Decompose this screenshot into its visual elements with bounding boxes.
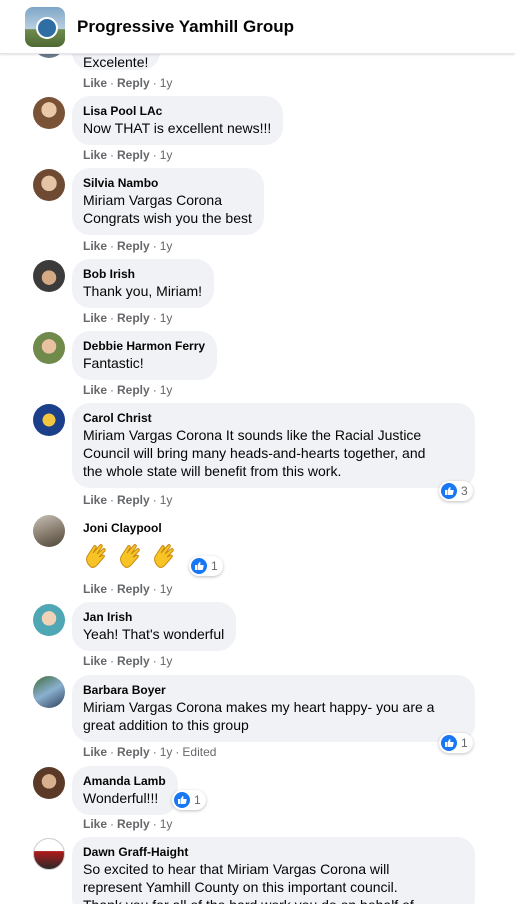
comment-text: Miriam Vargas Corona It sounds like the … (83, 427, 426, 479)
clapping-hands-icon (86, 544, 106, 568)
comment-actions: Like · Reply · 1y (83, 493, 173, 507)
commenter-avatar[interactable] (33, 169, 65, 201)
comment-author[interactable]: Dawn Graff-Haight (83, 844, 463, 860)
like-button[interactable]: Like (83, 654, 107, 668)
thumbs-up-icon (441, 735, 457, 751)
reply-button[interactable]: Reply (117, 311, 150, 325)
reply-button[interactable]: Reply (117, 239, 150, 253)
comment-feed: Excelente! Like · Reply · 1y Lisa Pool LAc N… (0, 0, 515, 904)
commenter-avatar[interactable] (33, 260, 65, 292)
comment-time[interactable]: 1y (160, 76, 173, 90)
reply-button[interactable]: Reply (117, 817, 150, 831)
comment-author[interactable]: Bob Irish (83, 266, 202, 282)
comment-bubble: Lisa Pool LAc Now THAT is excellent news… (72, 96, 284, 145)
comment-time[interactable]: 1y (160, 745, 173, 759)
like-button[interactable]: Like (83, 745, 107, 759)
thumbs-up-icon (174, 792, 190, 808)
emoji-row (83, 539, 185, 571)
reply-button[interactable]: Reply (117, 582, 150, 596)
comment-text: Miriam Vargas Corona Congrats wish you t… (83, 192, 252, 226)
comment-time[interactable]: 1y (160, 654, 173, 668)
comment-text: Miriam Vargas Corona makes my heart happ… (83, 699, 435, 733)
group-header: Progressive Yamhill Group (0, 0, 515, 54)
comment-text: Yeah! That's wonderful (83, 626, 225, 642)
commenter-avatar[interactable] (33, 404, 65, 436)
like-button[interactable]: Like (83, 148, 107, 162)
comment-time[interactable]: 1y (160, 383, 173, 397)
comment-bubble: Debbie Harmon Ferry Fantastic! (72, 331, 218, 380)
reply-button[interactable]: Reply (117, 383, 150, 397)
comment-bubble: Silvia Nambo Miriam Vargas Corona Congra… (72, 168, 264, 235)
like-button[interactable]: Like (83, 817, 107, 831)
clapping-hands-icon (154, 544, 174, 568)
comment-author[interactable]: Jan Irish (83, 609, 224, 625)
reply-button[interactable]: Reply (117, 76, 150, 90)
comment-actions: Like · Reply · 1y (83, 311, 173, 325)
like-button[interactable]: Like (83, 582, 107, 596)
reaction-count[interactable]: 3 (439, 481, 473, 501)
comment-author[interactable]: Joni Claypool (83, 520, 185, 536)
commenter-avatar[interactable] (33, 97, 65, 129)
comment-author[interactable]: Lisa Pool LAc (83, 103, 271, 119)
like-button[interactable]: Like (83, 493, 107, 507)
comment-text: Excelente! (83, 54, 149, 70)
comment-text: So excited to hear that Miriam Vargas Co… (83, 861, 414, 904)
reply-button[interactable]: Reply (117, 148, 150, 162)
commenter-avatar[interactable] (33, 676, 65, 708)
clapping-hands-icon (120, 544, 140, 568)
comment-time[interactable]: 1y (160, 239, 173, 253)
comment-time[interactable]: 1y (160, 311, 173, 325)
reaction-count[interactable]: 1 (189, 556, 223, 576)
reaction-count[interactable]: 1 (172, 790, 206, 810)
thumbs-up-icon (441, 483, 457, 499)
comment-text: Now THAT is excellent news!!! (83, 120, 272, 136)
comment-actions: Like · Reply · 1y (83, 654, 173, 668)
comment-text: Wonderful!!! (83, 790, 159, 806)
comment-actions: Like · Reply · 1y (83, 148, 173, 162)
comment-body: Joni Claypool (83, 520, 185, 571)
reply-button[interactable]: Reply (117, 493, 150, 507)
comment-text: Fantastic! (83, 355, 144, 371)
thumbs-up-icon (191, 558, 207, 574)
like-button[interactable]: Like (83, 76, 107, 90)
comment-actions: Like · Reply · 1y · Edited (83, 745, 217, 759)
comment-actions: Like · Reply · 1y (83, 239, 173, 253)
reply-button[interactable]: Reply (117, 745, 150, 759)
comment-actions: Like · Reply · 1y (83, 582, 173, 596)
comment-time[interactable]: 1y (160, 817, 173, 831)
comment-author[interactable]: Debbie Harmon Ferry (83, 338, 205, 354)
comment-bubble: Jan Irish Yeah! That's wonderful (72, 602, 237, 651)
reply-button[interactable]: Reply (117, 654, 150, 668)
comment-time[interactable]: 1y (160, 493, 173, 507)
reaction-count[interactable]: 1 (439, 733, 473, 753)
comment-bubble: Barbara Boyer Miriam Vargas Corona makes… (72, 675, 475, 742)
commenter-avatar[interactable] (33, 604, 65, 636)
commenter-avatar[interactable] (33, 515, 65, 547)
group-name[interactable]: Progressive Yamhill Group (77, 17, 294, 37)
comment-author[interactable]: Carol Christ (83, 410, 463, 426)
commenter-avatar[interactable] (33, 767, 65, 799)
comment-bubble: Bob Irish Thank you, Miriam! (72, 259, 215, 308)
edited-label[interactable]: Edited (182, 745, 216, 759)
like-button[interactable]: Like (83, 383, 107, 397)
comment-author[interactable]: Silvia Nambo (83, 175, 252, 191)
comment-bubble: Carol Christ Miriam Vargas Corona It sou… (72, 403, 475, 488)
like-button[interactable]: Like (83, 311, 107, 325)
group-logo-icon[interactable] (25, 6, 65, 47)
comment-bubble: Amanda Lamb Wonderful!!! (72, 766, 178, 815)
comment-author[interactable]: Amanda Lamb (83, 773, 166, 789)
comment-actions: Like · Reply · 1y (83, 383, 173, 397)
comment-time[interactable]: 1y (160, 582, 173, 596)
comment-time[interactable]: 1y (160, 148, 173, 162)
comment-author[interactable]: Barbara Boyer (83, 682, 463, 698)
comment-bubble: Dawn Graff-Haight So excited to hear tha… (72, 837, 475, 904)
like-button[interactable]: Like (83, 239, 107, 253)
comment-text: Thank you, Miriam! (83, 283, 203, 299)
commenter-avatar[interactable] (33, 332, 65, 364)
comment-actions: Like · Reply · 1y (83, 817, 173, 831)
commenter-avatar[interactable] (33, 838, 65, 870)
comment-actions: Like · Reply · 1y (83, 76, 173, 90)
